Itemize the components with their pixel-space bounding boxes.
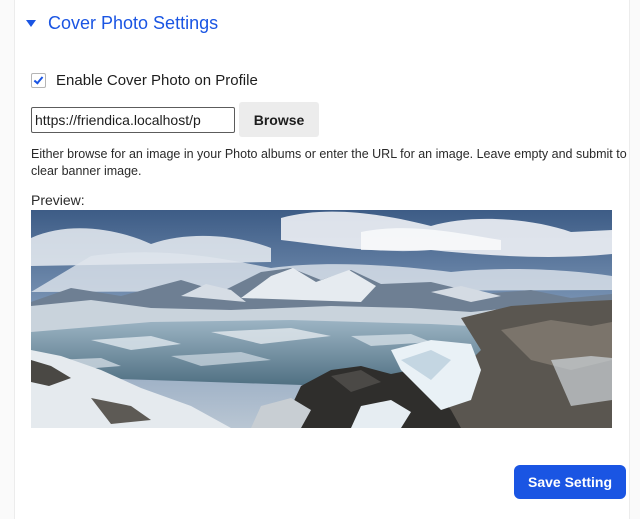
section-title[interactable]: Cover Photo Settings — [48, 13, 218, 34]
preview-label: Preview: — [31, 192, 85, 208]
section-header[interactable]: Cover Photo Settings — [26, 10, 218, 36]
enable-cover-checkbox[interactable] — [31, 72, 46, 88]
browse-button[interactable]: Browse — [239, 102, 319, 137]
cover-url-input[interactable] — [31, 106, 235, 133]
cover-url-row: Browse — [31, 102, 319, 137]
page: Cover Photo Settings Enable Cover Photo … — [0, 0, 640, 519]
cover-preview-image — [31, 210, 612, 428]
save-setting-button[interactable]: Save Setting — [514, 465, 626, 499]
caret-down-icon[interactable] — [26, 20, 36, 27]
help-text: Either browse for an image in your Photo… — [31, 147, 627, 178]
enable-cover-row: Enable Cover Photo on Profile — [31, 70, 258, 90]
cover-photo-settings-panel: Cover Photo Settings Enable Cover Photo … — [14, 0, 630, 519]
enable-cover-label[interactable]: Enable Cover Photo on Profile — [56, 72, 258, 89]
